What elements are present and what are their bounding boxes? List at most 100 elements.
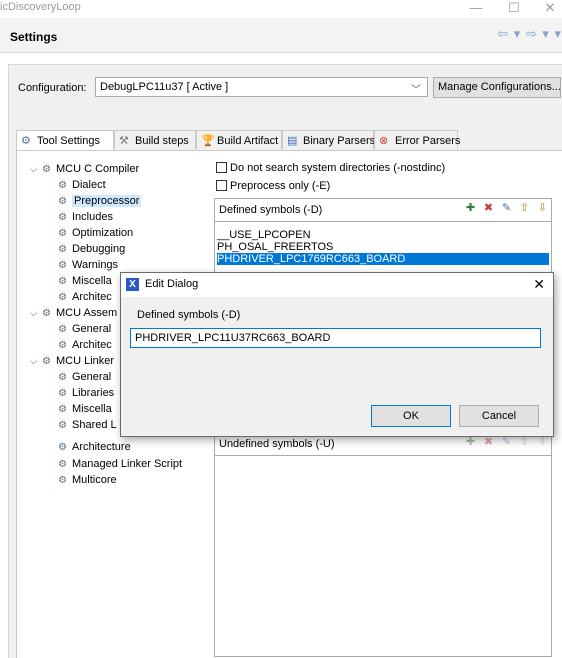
manage-configurations-button[interactable]: Manage Configurations... (433, 77, 561, 98)
edit-icon[interactable]: ✎ (500, 436, 513, 449)
preprocess-only-checkbox[interactable]: Preprocess only (-E) (216, 179, 330, 193)
tree-item-assembler-general[interactable]: ⚙ General (58, 321, 111, 337)
tree-label: Debugging (72, 243, 126, 255)
tree-label: Shared L (72, 419, 117, 431)
chevron-down-icon[interactable]: ⌵ (30, 353, 42, 369)
list-toolbar: ✚ ✖ ✎ ⇧ ⇩ (459, 202, 549, 215)
tab-build-artifact[interactable]: 🏆 Build Artifact (196, 130, 282, 149)
ok-button[interactable]: OK (371, 405, 451, 427)
tree-item-includes[interactable]: ⚙ Includes (58, 209, 113, 225)
tree-item-debugging[interactable]: ⚙ Debugging (58, 241, 125, 257)
configuration-select[interactable]: DebugLPC11u37 [ Active ] ﹀ (95, 77, 428, 97)
close-window-button[interactable]: ✕ (538, 0, 562, 16)
tree-item-multicore[interactable]: ⚙ Multicore (58, 472, 117, 488)
list-item[interactable]: PH_OSAL_FREERTOS (217, 241, 549, 253)
delete-icon[interactable]: ✖ (482, 436, 495, 449)
window-title: icDiscoveryLoop (0, 1, 81, 13)
checkbox-box[interactable] (216, 180, 227, 191)
tab-build-steps[interactable]: ⚒ Build steps (114, 130, 196, 149)
build-steps-icon: ⚒ (119, 135, 129, 147)
edit-icon[interactable]: ✎ (500, 202, 513, 215)
minimize-button[interactable]: — (464, 0, 488, 16)
move-up-icon[interactable]: ⇧ (518, 202, 531, 215)
tree-label: Miscella (72, 403, 112, 415)
tree-item-linker-miscellaneous[interactable]: ⚙ Miscella (58, 401, 112, 417)
settings-page-icon: ⚙ (58, 212, 67, 223)
tab-label: Build steps (135, 135, 189, 147)
tab-label: Binary Parsers (303, 135, 376, 147)
settings-page-icon: ⚙ (58, 196, 67, 207)
tree-item-architecture[interactable]: ⚙ Architec (58, 289, 112, 305)
tree-item-preprocessor[interactable]: ⚙ Preprocessor (58, 193, 142, 209)
tab-binary-parsers[interactable]: ▤ Binary Parsers (282, 130, 376, 149)
tab-tool-settings[interactable]: ⚙ Tool Settings (16, 130, 114, 151)
maximize-button[interactable]: ☐ (502, 0, 526, 16)
checkbox-box[interactable] (216, 162, 227, 173)
checkbox-label: Preprocess only (-E) (230, 180, 331, 192)
tree-item-mcu-linker[interactable]: ⌵ ⚙ MCU Linker (30, 353, 114, 369)
tree-item-libraries[interactable]: ⚙ Libraries (58, 385, 114, 401)
settings-page-icon: ⚙ (58, 228, 67, 239)
tree-item-managed-linker-script[interactable]: ⚙ Managed Linker Script (58, 456, 182, 472)
tree-item-miscellaneous[interactable]: ⚙ Miscella (58, 273, 112, 289)
chevron-down-icon[interactable]: ⌵ (30, 305, 42, 321)
settings-page-icon: ⚙ (58, 404, 67, 415)
dialog-app-icon: X (126, 278, 139, 291)
settings-page-icon: ⚙ (58, 459, 67, 470)
settings-page-icon: ⚙ (58, 442, 67, 453)
window-title-bar: icDiscoveryLoop — ☐ ✕ (0, 0, 562, 18)
tree-label: MCU Linker (56, 355, 115, 367)
tree-label: MCU Assem (56, 307, 118, 319)
move-down-icon[interactable]: ⇩ (536, 436, 549, 449)
tree-item-dialect[interactable]: ⚙ Dialect (58, 177, 106, 193)
list-item[interactable]: __USE_LPCOPEN (217, 229, 549, 241)
tree-item-mcu-assembler[interactable]: ⌵ ⚙ MCU Assem (30, 305, 117, 321)
tree-label: Architec (72, 339, 112, 351)
add-icon[interactable]: ✚ (464, 202, 477, 215)
tab-label: Build Artifact (217, 135, 279, 147)
close-icon[interactable]: ✕ (533, 276, 545, 293)
tree-label: General (72, 323, 112, 335)
move-up-icon[interactable]: ⇧ (518, 436, 531, 449)
tree-item-linker-general[interactable]: ⚙ General (58, 369, 111, 385)
move-down-icon[interactable]: ⇩ (536, 202, 549, 215)
chevron-down-icon[interactable]: ⌵ (30, 161, 42, 177)
tool-icon: ⚙ (42, 308, 51, 319)
tree-item-linker-architecture[interactable]: ⚙ Architecture (58, 439, 131, 455)
settings-page-icon: ⚙ (58, 180, 67, 191)
settings-page-icon: ⚙ (58, 340, 67, 351)
tree-item-assembler-architecture[interactable]: ⚙ Architec (58, 337, 112, 353)
settings-page-icon: ⚙ (58, 276, 67, 287)
tab-label: Error Parsers (395, 135, 461, 147)
cancel-button[interactable]: Cancel (459, 405, 539, 427)
tree-item-shared-library[interactable]: ⚙ Shared L (58, 417, 117, 433)
add-icon[interactable]: ✚ (464, 436, 477, 449)
list-item-selected[interactable]: PHDRIVER_LPC1769RC663_BOARD (217, 253, 549, 265)
tree-label: Architec (72, 291, 112, 303)
chevron-down-icon: ﹀ (411, 85, 421, 96)
settings-page-icon: ⚙ (58, 244, 67, 255)
tree-item-mcu-c-compiler[interactable]: ⌵ ⚙ MCU C Compiler (30, 161, 139, 177)
tree-item-warnings[interactable]: ⚙ Warnings (58, 257, 118, 273)
settings-page-icon: ⚙ (58, 260, 67, 271)
defined-symbol-label: Defined symbols (-D) (137, 309, 241, 321)
configuration-value: DebugLPC11u37 [ Active ] (100, 81, 229, 93)
tree-label: General (72, 371, 112, 383)
build-artifact-icon: 🏆 (201, 135, 215, 147)
defined-symbol-input[interactable]: PHDRIVER_LPC11U37RC663_BOARD (130, 328, 541, 348)
nostdinc-checkbox[interactable]: Do not search system directories (-nostd… (216, 161, 445, 175)
binary-parsers-icon: ▤ (287, 135, 298, 147)
tree-label: Libraries (72, 387, 115, 399)
tree-label: Includes (72, 211, 113, 223)
configuration-label: Configuration: (18, 82, 87, 94)
tree-label: Multicore (72, 474, 117, 486)
tab-error-parsers[interactable]: ⊗ Error Parsers (374, 130, 461, 149)
page-title: Settings (10, 30, 58, 44)
navigation-arrows-icon[interactable]: ⇦ ▾ ⇨ ▾ ▾ (497, 26, 562, 42)
tree-label: MCU C Compiler (56, 163, 140, 175)
tree-item-optimization[interactable]: ⚙ Optimization (58, 225, 133, 241)
list-header: Defined symbols (-D) ✚ ✖ ✎ ⇧ ⇩ (215, 199, 551, 222)
delete-icon[interactable]: ✖ (482, 202, 495, 215)
tree-label: Optimization (72, 227, 134, 239)
tree-label: Preprocessor (72, 195, 142, 207)
